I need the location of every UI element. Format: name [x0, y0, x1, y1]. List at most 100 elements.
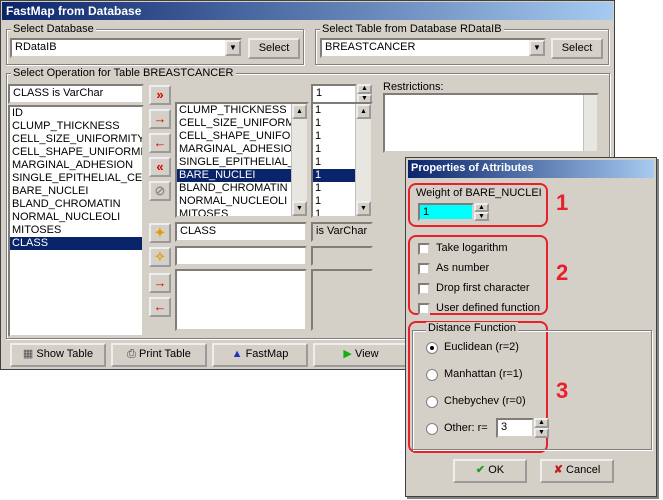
distance-radio-row[interactable]: Other: r= 3 ▲ ▼ [426, 418, 552, 448]
chevron-down-icon[interactable]: ▼ [356, 201, 371, 216]
dialog-title: Properties of Attributes [408, 160, 654, 178]
list-item[interactable]: MARGINAL_ADHESION [10, 159, 142, 172]
scrollbar[interactable] [583, 95, 597, 151]
view-button[interactable]: ▶ View [313, 343, 409, 367]
scrollbar[interactable]: ▲ ▼ [355, 104, 371, 216]
option-checkbox-row[interactable]: As number [418, 260, 548, 280]
checkbox[interactable] [418, 243, 430, 255]
list-item[interactable]: CELL_SHAPE_UNIFORMIT [10, 146, 142, 159]
weight-spin-input[interactable]: 1 [311, 84, 357, 104]
selected-attribute-list[interactable]: CLUMP_THICKNESS CELL_SIZE_UNIFORM CELL_SHA… [175, 102, 309, 218]
disabled-icon[interactable]: ⊘ [149, 181, 171, 201]
lower-list[interactable] [175, 269, 307, 331]
class-field[interactable]: CLASS [175, 222, 307, 242]
list-item[interactable]: NORMAL_NUCLEOLI [10, 211, 142, 224]
options-list: Take logarithm As number Drop first charac… [418, 240, 548, 320]
select-database-button[interactable]: Select [248, 38, 300, 59]
distance-label: Euclidean (r=2) [444, 341, 519, 353]
list-item[interactable]: SINGLE_EPITHELIAL_ [177, 156, 307, 169]
show-table-label: Show Table [36, 348, 94, 360]
scrollbar[interactable]: ▲ ▼ [291, 104, 307, 216]
radio-button[interactable] [426, 342, 438, 354]
properties-dialog: Properties of Attributes Weight of BARE_… [405, 157, 657, 497]
other-r-input[interactable]: 3 [496, 418, 534, 438]
list-item[interactable]: NORMAL_NUCLEOLI [177, 195, 307, 208]
database-dropdown[interactable]: RDataIB [10, 38, 242, 58]
list-item[interactable]: CLUMP_THICKNESS [177, 104, 307, 117]
radio-button[interactable] [426, 369, 438, 381]
restrictions-label: Restrictions: [383, 81, 444, 93]
move-right-icon[interactable]: → [149, 273, 171, 293]
select-table-button[interactable]: Select [551, 38, 603, 59]
table-dropdown[interactable]: BREASTCANCER [320, 38, 546, 58]
list-item[interactable]: BARE_NUCLEI [177, 169, 307, 182]
chevron-up-icon[interactable]: ▲ [356, 104, 371, 119]
move-left-icon[interactable]: ← [149, 297, 171, 317]
attribute-list[interactable]: ID CLUMP_THICKNESS CELL_SIZE_UNIFORMITY CEL… [8, 105, 144, 337]
chevron-up-icon[interactable]: ▲ [357, 84, 372, 94]
chevron-up-icon[interactable]: ▲ [534, 418, 549, 428]
list-item[interactable]: BARE_NUCLEI [10, 185, 142, 198]
chevron-down-icon[interactable]: ▼ [474, 212, 489, 221]
chevron-down-icon[interactable]: ▼ [534, 428, 549, 438]
checkbox[interactable] [418, 283, 430, 295]
annotation-number-3: 3 [556, 378, 569, 403]
option-label: Take logarithm [436, 242, 508, 254]
list-item[interactable]: SINGLE_EPITHELIAL_CEL [10, 172, 142, 185]
list-item[interactable]: CLASS [10, 237, 142, 250]
list-item[interactable]: MARGINAL_ADHESIO [177, 143, 307, 156]
list-item[interactable]: ID [10, 107, 142, 120]
print-table-button[interactable]: ⎙ Print Table [111, 343, 207, 367]
checkbox[interactable] [418, 263, 430, 275]
left-list-header: CLASS is VarChar [8, 84, 144, 104]
list-item[interactable]: CELL_SIZE_UNIFORM [177, 117, 307, 130]
checkbox[interactable] [418, 303, 430, 315]
chevron-down-icon[interactable]: ▼ [292, 201, 307, 216]
wand-all-icon[interactable]: ✧ [149, 247, 171, 267]
distance-radio-row[interactable]: Euclidean (r=2) [426, 340, 552, 367]
empty-type [311, 246, 373, 266]
list-item[interactable]: MITOSES [10, 224, 142, 237]
fastmap-button[interactable]: ▲ FastMap [212, 343, 308, 367]
weight-input[interactable]: 1 [418, 203, 474, 221]
radio-button[interactable] [426, 396, 438, 408]
move-all-right-icon[interactable]: » [149, 85, 171, 105]
select-table-label: Select Table from Database RDataIB [320, 23, 504, 35]
show-table-button[interactable]: ▦ Show Table [10, 343, 106, 367]
restrictions-textarea[interactable] [383, 93, 599, 153]
distance-radio-row[interactable]: Manhattan (r=1) [426, 367, 552, 394]
option-checkbox-row[interactable]: Drop first character [418, 280, 548, 300]
list-item[interactable]: CELL_SIZE_UNIFORMITY [10, 133, 142, 146]
list-item[interactable]: BLAND_CHROMATIN [177, 182, 307, 195]
check-icon: ✔ [475, 464, 486, 476]
class-type: is VarChar [311, 222, 373, 242]
distance-radio-row[interactable]: Chebychev (r=0) [426, 394, 552, 421]
radio-button[interactable] [426, 423, 438, 435]
distance-label: Chebychev (r=0) [444, 395, 526, 407]
cancel-button[interactable]: ✘ Cancel [540, 459, 614, 483]
option-checkbox-row[interactable]: Take logarithm [418, 240, 548, 260]
ok-button[interactable]: ✔ OK [453, 459, 527, 483]
empty-field[interactable] [175, 246, 307, 266]
move-all-left-icon[interactable]: « [149, 157, 171, 177]
list-item[interactable]: MITOSES [177, 208, 307, 216]
move-left-icon[interactable]: ← [149, 133, 171, 153]
chevron-down-icon[interactable]: ▼ [529, 40, 545, 56]
move-right-icon[interactable]: → [149, 109, 171, 129]
print-table-label: Print Table [139, 348, 191, 360]
option-checkbox-row[interactable]: User defined function [418, 300, 548, 320]
database-value: RDataIB [15, 41, 57, 53]
printer-icon: ⎙ [127, 348, 136, 360]
fastmap-icon: ▲ [231, 348, 243, 360]
cancel-label: Cancel [566, 464, 601, 476]
chevron-up-icon[interactable]: ▲ [292, 104, 307, 119]
chevron-down-icon[interactable]: ▼ [225, 40, 241, 56]
wand-right-icon[interactable]: ✦ [149, 223, 171, 243]
list-item[interactable]: CLUMP_THICKNESS [10, 120, 142, 133]
list-item[interactable]: CELL_SHAPE_UNIFOR [177, 130, 307, 143]
chevron-up-icon[interactable]: ▲ [474, 203, 489, 212]
list-item[interactable]: BLAND_CHROMATIN [10, 198, 142, 211]
option-label: Drop first character [436, 282, 530, 294]
operation-label: Select Operation for Table BREASTCANCER [11, 67, 236, 79]
distance-options: Euclidean (r=2) Manhattan (r=1) Chebychev … [426, 340, 552, 448]
